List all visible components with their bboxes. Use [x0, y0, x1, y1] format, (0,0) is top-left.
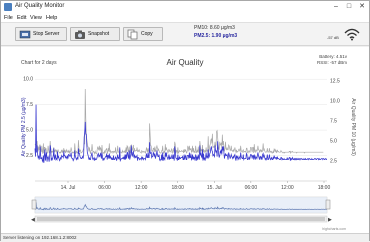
stop-server-button[interactable]: Stop Server	[15, 27, 67, 41]
copy-label: Copy	[141, 31, 153, 37]
chart-title: Air Quality	[167, 58, 204, 67]
menu-view[interactable]: View	[30, 13, 42, 23]
series-pm10-line	[34, 88, 324, 156]
pm25-readout: PM2.5: 1.90 µg/m3	[194, 33, 238, 39]
right-axis-label: Air Quality PM 10 (µg/m3)	[350, 98, 356, 156]
battery-label: Battery: 4.51v	[319, 54, 348, 59]
left-tick-label: 7.5	[26, 102, 33, 108]
x-tick-label: 06:00	[245, 185, 258, 191]
status-bar: Server listening on 192.168.1.2:8002	[1, 233, 369, 241]
right-tick-label: 5.0	[330, 139, 337, 145]
copy-icon	[127, 29, 138, 40]
menu-edit[interactable]: Edit	[17, 13, 26, 23]
left-tick-label: 10.0	[23, 77, 33, 83]
right-tick-label: 10.0	[330, 99, 340, 105]
x-tick-label: 14. Jul	[61, 185, 76, 191]
right-axis-ticks: 2.5 5.0 7.5 10.0 12.5	[330, 79, 340, 165]
left-tick-label: 5.0	[26, 128, 33, 134]
chart-scrollbar-thumb[interactable]	[37, 217, 325, 221]
menu-bar: File Edit View Help	[1, 13, 369, 23]
snapshot-button[interactable]: Snapshot	[70, 27, 120, 41]
scroll-right-icon[interactable]: ▶	[328, 217, 332, 223]
right-tick-label: 12.5	[330, 79, 340, 85]
x-tick-label: 12:00	[135, 185, 148, 191]
copy-button[interactable]: Copy	[123, 27, 163, 41]
app-window: Air Quality Monitor – □ ✕ File Edit View…	[0, 0, 370, 241]
chart-area: Chart for 2 days Air Quality Battery: 4.…	[1, 47, 369, 233]
app-icon	[4, 3, 12, 11]
x-tick-label: 06:00	[98, 185, 111, 191]
title-bar: Air Quality Monitor – □ ✕	[1, 1, 369, 13]
navigator-handle-left[interactable]	[31, 199, 37, 210]
chart-credit: highcharts.com	[322, 227, 346, 231]
left-tick-label: 2.5	[26, 153, 33, 159]
x-axis-ticks: 14. Jul 06:00 12:00 18:00 15. Jul 06:00 12:00 1…	[61, 181, 331, 191]
menu-file[interactable]: File	[4, 13, 13, 23]
minimize-icon[interactable]: –	[330, 1, 342, 12]
chart-subtitle: Chart for 2 days	[21, 60, 57, 66]
stop-server-label: Stop Server	[33, 31, 60, 37]
pm10-readout: PM10: 8.60 µg/m3	[194, 25, 235, 31]
close-icon[interactable]: ✕	[356, 1, 368, 12]
camera-icon	[75, 30, 85, 39]
window-title: Air Quality Monitor	[15, 3, 65, 9]
rssi-label: RSSI: -57 dBm	[317, 60, 347, 65]
x-tick-label: 18:00	[318, 185, 331, 191]
grid	[35, 78, 327, 182]
navigator-selection[interactable]	[35, 197, 327, 213]
toolbar: Stop Server Snapshot Copy PM10: 8.60 µg/…	[1, 23, 369, 46]
series-pm25-line	[34, 104, 327, 164]
wifi-icon	[344, 28, 360, 41]
scroll-left-icon[interactable]: ◀	[31, 217, 35, 223]
x-tick-label: 18:00	[171, 185, 184, 191]
x-tick-label: 15. Jul	[207, 185, 222, 191]
right-tick-label: 7.5	[330, 119, 337, 125]
snapshot-label: Snapshot	[88, 31, 110, 37]
navigator-handle-right[interactable]	[325, 199, 331, 210]
stop-icon	[19, 30, 31, 39]
air-quality-chart[interactable]: Chart for 2 days Air Quality Battery: 4.…	[1, 47, 369, 233]
wifi-rssi: -57 dB	[327, 35, 339, 40]
x-tick-label: 12:00	[281, 185, 294, 191]
menu-help[interactable]: Help	[46, 13, 57, 23]
maximize-icon[interactable]: □	[343, 1, 355, 12]
right-tick-label: 2.5	[330, 159, 337, 165]
